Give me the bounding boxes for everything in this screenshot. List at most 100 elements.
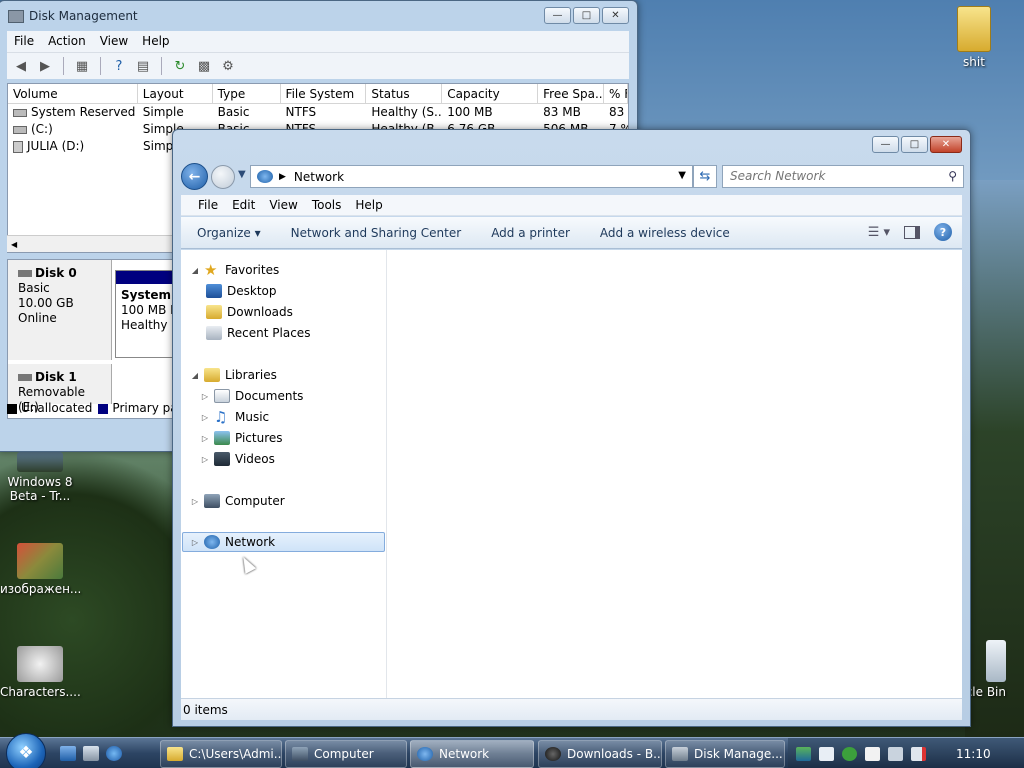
menu-action[interactable]: Action: [41, 31, 93, 52]
expand-triangle-icon[interactable]: ▷: [199, 434, 211, 443]
tree-computer[interactable]: ▷ Computer: [189, 491, 285, 511]
folder-icon: [957, 6, 991, 52]
title-bar[interactable]: — □ ✕: [173, 130, 970, 160]
expand-triangle-icon[interactable]: ▷: [189, 538, 201, 547]
search-icon[interactable]: ⚲: [948, 169, 957, 183]
column-header[interactable]: Volume: [8, 84, 138, 103]
clock[interactable]: 11:10: [956, 747, 991, 761]
desktop-icon-image[interactable]: изображен...: [0, 543, 81, 596]
disk-1-label[interactable]: Disk 1 Removable (E:): [8, 364, 112, 414]
tree-recent-places[interactable]: Recent Places: [203, 323, 310, 343]
close-button[interactable]: ✕: [930, 136, 962, 153]
maximize-button[interactable]: □: [901, 136, 928, 153]
change-view-icon[interactable]: ☰ ▾: [868, 225, 890, 240]
add-printer-button[interactable]: Add a printer: [491, 222, 585, 244]
settings-icon[interactable]: ⚙: [218, 57, 238, 75]
tree-desktop[interactable]: Desktop: [203, 281, 277, 301]
menu-tools[interactable]: Tools: [305, 195, 349, 215]
desktop-icon-windows8[interactable]: Windows 8 Beta - Tr...: [0, 452, 80, 503]
tree-libraries[interactable]: ◢ Libraries: [189, 365, 277, 385]
minimize-button[interactable]: —: [872, 136, 899, 153]
column-header[interactable]: Type: [213, 84, 281, 103]
action-center-flag-icon[interactable]: [865, 746, 880, 761]
collapse-triangle-icon[interactable]: ◢: [189, 371, 201, 380]
expand-triangle-icon[interactable]: ▷: [199, 413, 211, 422]
taskbar-item-computer[interactable]: Computer: [285, 740, 407, 768]
network-status-icon[interactable]: [888, 746, 903, 761]
address-dropdown-icon[interactable]: ▼: [678, 170, 686, 181]
column-header[interactable]: Layout: [138, 84, 213, 103]
network-tray-icon[interactable]: [796, 746, 811, 761]
item-count: 0 items: [183, 703, 228, 717]
disk-0-label[interactable]: Disk 0 Basic 10.00 GB Online: [8, 260, 112, 360]
taskbar-item-network[interactable]: Network: [410, 740, 534, 768]
show-desktop-icon[interactable]: [60, 746, 76, 761]
desktop-icon-characters[interactable]: Characters....: [0, 646, 81, 699]
desktop-folder-shit[interactable]: shit: [934, 6, 1014, 69]
close-button[interactable]: ✕: [602, 7, 629, 24]
security-check-icon[interactable]: [842, 746, 857, 761]
start-button[interactable]: ❖: [6, 733, 46, 768]
network-sharing-center-button[interactable]: Network and Sharing Center: [291, 222, 477, 244]
expand-triangle-icon[interactable]: ▷: [189, 497, 201, 506]
table-row[interactable]: System Reserved Simple Basic NTFS Health…: [8, 104, 628, 121]
breadcrumb[interactable]: Network: [294, 170, 344, 184]
refresh-icon[interactable]: ↻: [170, 57, 190, 75]
tree-documents[interactable]: ▷ Documents: [199, 386, 303, 406]
tree-network[interactable]: ▷ Network: [182, 532, 385, 552]
forward-button[interactable]: [211, 165, 235, 189]
menu-help[interactable]: Help: [348, 195, 389, 215]
add-wireless-device-button[interactable]: Add a wireless device: [600, 222, 745, 244]
collapse-triangle-icon[interactable]: ◢: [189, 266, 201, 275]
switch-windows-icon[interactable]: [83, 746, 99, 761]
taskbar-item-disk-management[interactable]: Disk Manage...: [665, 740, 785, 768]
title-bar[interactable]: Disk Management — □ ✕: [0, 1, 637, 31]
tree-videos[interactable]: ▷ Videos: [199, 449, 275, 469]
menu-file[interactable]: File: [191, 195, 225, 215]
back-button[interactable]: ←: [181, 163, 208, 190]
help-icon[interactable]: ?: [934, 223, 952, 241]
address-bar[interactable]: ▶ Network ▼: [250, 165, 693, 188]
maximize-button[interactable]: □: [573, 7, 600, 24]
menu-edit[interactable]: Edit: [225, 195, 262, 215]
file-list-pane[interactable]: [388, 250, 962, 706]
preview-pane-icon[interactable]: [904, 225, 920, 239]
console-tree-icon[interactable]: ▦: [72, 57, 92, 75]
search-box[interactable]: ⚲: [722, 165, 964, 188]
recent-pages-dropdown[interactable]: ▼: [238, 169, 246, 180]
document-tray-icon[interactable]: [819, 746, 834, 761]
menu-help[interactable]: Help: [135, 31, 176, 52]
column-header[interactable]: Free Spa...: [538, 84, 605, 103]
tree-pictures[interactable]: ▷ Pictures: [199, 428, 283, 448]
menu-view[interactable]: View: [262, 195, 304, 215]
rescan-disks-icon[interactable]: ▩: [194, 57, 214, 75]
taskbar-item-users-folder[interactable]: C:\Users\Admi...: [160, 740, 282, 768]
menu-file[interactable]: File: [7, 31, 41, 52]
breadcrumb-chevron-icon[interactable]: ▶: [279, 172, 286, 182]
volume-muted-icon[interactable]: [911, 746, 926, 761]
column-header[interactable]: Capacity: [442, 84, 539, 103]
tree-favorites[interactable]: ◢ ★ Favorites: [189, 260, 279, 280]
back-arrow-icon[interactable]: ◀: [11, 57, 31, 75]
forward-arrow-icon[interactable]: ▶: [35, 57, 55, 75]
tree-music[interactable]: ▷ ♫ Music: [199, 407, 269, 427]
horizontal-scrollbar[interactable]: ◀: [7, 235, 177, 252]
tree-downloads[interactable]: Downloads: [203, 302, 293, 322]
column-header[interactable]: % F: [604, 84, 628, 103]
expand-triangle-icon[interactable]: ▷: [199, 455, 211, 464]
menu-view[interactable]: View: [93, 31, 135, 52]
explorer-window[interactable]: — □ ✕ ← ▼ ▶ Network ▼ ⇆ ⚲ File Edit View…: [172, 129, 971, 727]
refresh-button[interactable]: ⇆: [693, 165, 717, 188]
column-header[interactable]: File System: [281, 84, 367, 103]
help-book-icon[interactable]: ?: [109, 57, 129, 75]
organize-button[interactable]: Organize ▾: [197, 222, 276, 244]
internet-explorer-icon[interactable]: [106, 746, 122, 761]
taskbar-item-downloads[interactable]: Downloads - B...: [538, 740, 662, 768]
properties-icon[interactable]: ▤: [133, 57, 153, 75]
table-cell: System Reserved: [31, 105, 136, 119]
scroll-left-icon[interactable]: ◀: [7, 240, 17, 249]
column-header[interactable]: Status: [366, 84, 443, 103]
expand-triangle-icon[interactable]: ▷: [199, 392, 211, 401]
search-input[interactable]: [723, 166, 933, 186]
minimize-button[interactable]: —: [544, 7, 571, 24]
